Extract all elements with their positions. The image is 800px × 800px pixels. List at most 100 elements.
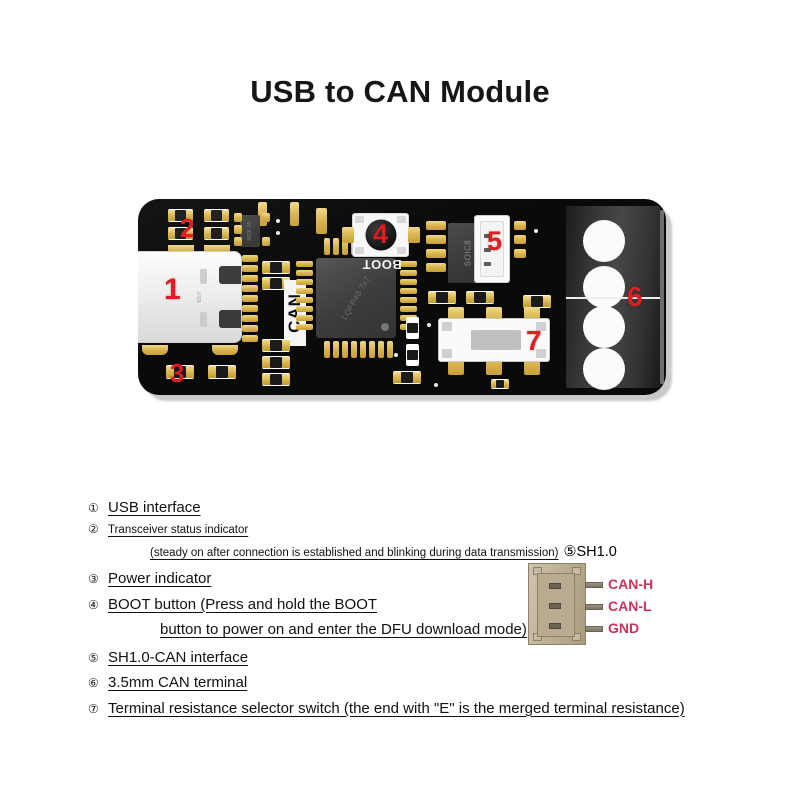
boot-silkscreen-label: BOOT [362, 257, 402, 272]
gold-pad [514, 235, 526, 244]
pin-lead [585, 626, 603, 632]
usb-shell-slot [200, 269, 207, 284]
marker-7-switch: 7 [526, 325, 542, 356]
gold-pad [316, 208, 327, 234]
switch-slider[interactable] [471, 330, 521, 350]
usb-shell-slot [200, 312, 207, 327]
smd-resistor [466, 291, 494, 304]
legend-item-1: ① USB interface [88, 498, 708, 518]
gold-pad [296, 306, 313, 312]
button-corner [397, 247, 406, 254]
legend-label: SH1.0-CAN interface [108, 649, 249, 667]
usb-logo: USB [195, 292, 201, 304]
smd-resistor [204, 209, 229, 222]
via [276, 219, 280, 223]
gold-pad [234, 237, 242, 246]
smd-resistor [262, 373, 290, 386]
gold-pad [400, 288, 417, 294]
smd-resistor [491, 379, 509, 389]
gold-pad [400, 279, 417, 285]
smd-resistor [393, 371, 421, 384]
usb-c-connector: USB [138, 251, 242, 343]
terminal-wire-hole[interactable] [583, 266, 625, 308]
marker-3-power-led: 3 [170, 358, 185, 388]
smd-resistor [406, 344, 419, 366]
marker-5-sh10: 5 [487, 226, 503, 256]
terminal-wire-hole[interactable] [583, 348, 625, 390]
gold-pad [426, 249, 446, 258]
legend-number: ① [88, 501, 99, 515]
legend-label: Terminal resistance selector switch (the… [108, 699, 685, 717]
gold-pad [242, 325, 258, 332]
legend-label: Transceiver status indicator [108, 524, 249, 537]
pin-1-dot [381, 323, 389, 331]
smd-resistor [208, 365, 236, 379]
gold-pad [242, 275, 258, 282]
gold-pad [324, 341, 330, 358]
terminal-wire-hole[interactable] [583, 306, 625, 348]
gold-pad [369, 341, 375, 358]
gold-pad [234, 213, 242, 222]
legend-inline-sh10: ⑤SH1.0 [563, 543, 617, 560]
switch-foot [442, 349, 452, 358]
transceiver-label: SOIC8 [463, 239, 472, 267]
legend-item-2-continued: (steady on after connection is establish… [88, 544, 708, 562]
smd-resistor [262, 356, 290, 369]
connector-cavity [537, 573, 575, 637]
usb-shell-notch [219, 266, 241, 284]
legend-item-7: ⑦ Terminal resistance selector switch (t… [88, 699, 708, 719]
gold-pad [242, 315, 258, 322]
button-corner [355, 247, 364, 254]
button-corner [397, 216, 406, 223]
mcu-label: LQFP48 7x7 [339, 274, 373, 322]
legend-label: USB interface [108, 499, 201, 516]
gold-pad [342, 341, 348, 358]
gold-pad [400, 297, 417, 303]
pin-label-gnd: GND [608, 620, 640, 636]
legend-label: (steady on after connection is establish… [150, 546, 559, 559]
via [276, 231, 280, 235]
gold-pad [296, 315, 313, 321]
switch-foot [442, 322, 452, 331]
pin-label-can-l: CAN-L [608, 598, 652, 614]
terminal-divider [566, 297, 660, 299]
pcb-board-figure: 662K-05 USB 1 3 2 CAN LQFP48 7x7 4 BOOT … [138, 199, 672, 401]
gold-pad [426, 221, 446, 230]
gold-pad [387, 341, 393, 358]
marker-4-boot: 4 [373, 219, 389, 249]
gold-pad [360, 341, 366, 358]
gold-pad [262, 237, 270, 246]
gold-pad [324, 238, 330, 255]
gold-pad [426, 263, 446, 272]
connector-contact-slot [549, 583, 561, 589]
legend-item-6: ⑥ 3.5mm CAN terminal [88, 673, 708, 693]
usb-shell-notch [219, 310, 241, 328]
legend-number: ③ [88, 572, 99, 587]
can-terminal-block[interactable] [566, 206, 664, 390]
gold-pad [351, 341, 357, 358]
marker-1-usb: 1 [164, 273, 181, 306]
gold-pad [333, 341, 339, 358]
terminal-wire-hole[interactable] [583, 220, 625, 262]
sh10-connector-illustration [528, 563, 586, 645]
regulator-label: 662K-05 [247, 221, 253, 241]
gold-pad [142, 345, 168, 355]
legend-label: 3.5mm CAN terminal [108, 674, 248, 692]
gold-pad [242, 265, 258, 272]
gold-pad [426, 235, 446, 244]
via [427, 323, 431, 327]
smd-resistor [204, 227, 229, 240]
gold-pad [296, 261, 313, 267]
legend-number: ⑥ [88, 676, 99, 691]
marker-2-status-led: 2 [180, 213, 195, 243]
gold-pad [342, 227, 354, 243]
connector-contact-slot [549, 603, 561, 609]
gold-pad [242, 255, 258, 262]
smd-resistor [262, 261, 290, 274]
legend-number: ⑤ [88, 651, 99, 666]
gold-pad [296, 324, 313, 330]
gold-pad [296, 288, 313, 294]
regulator-ic: 662K-05 [240, 215, 260, 247]
page-title: USB to CAN Module [250, 74, 550, 109]
via [534, 229, 538, 233]
